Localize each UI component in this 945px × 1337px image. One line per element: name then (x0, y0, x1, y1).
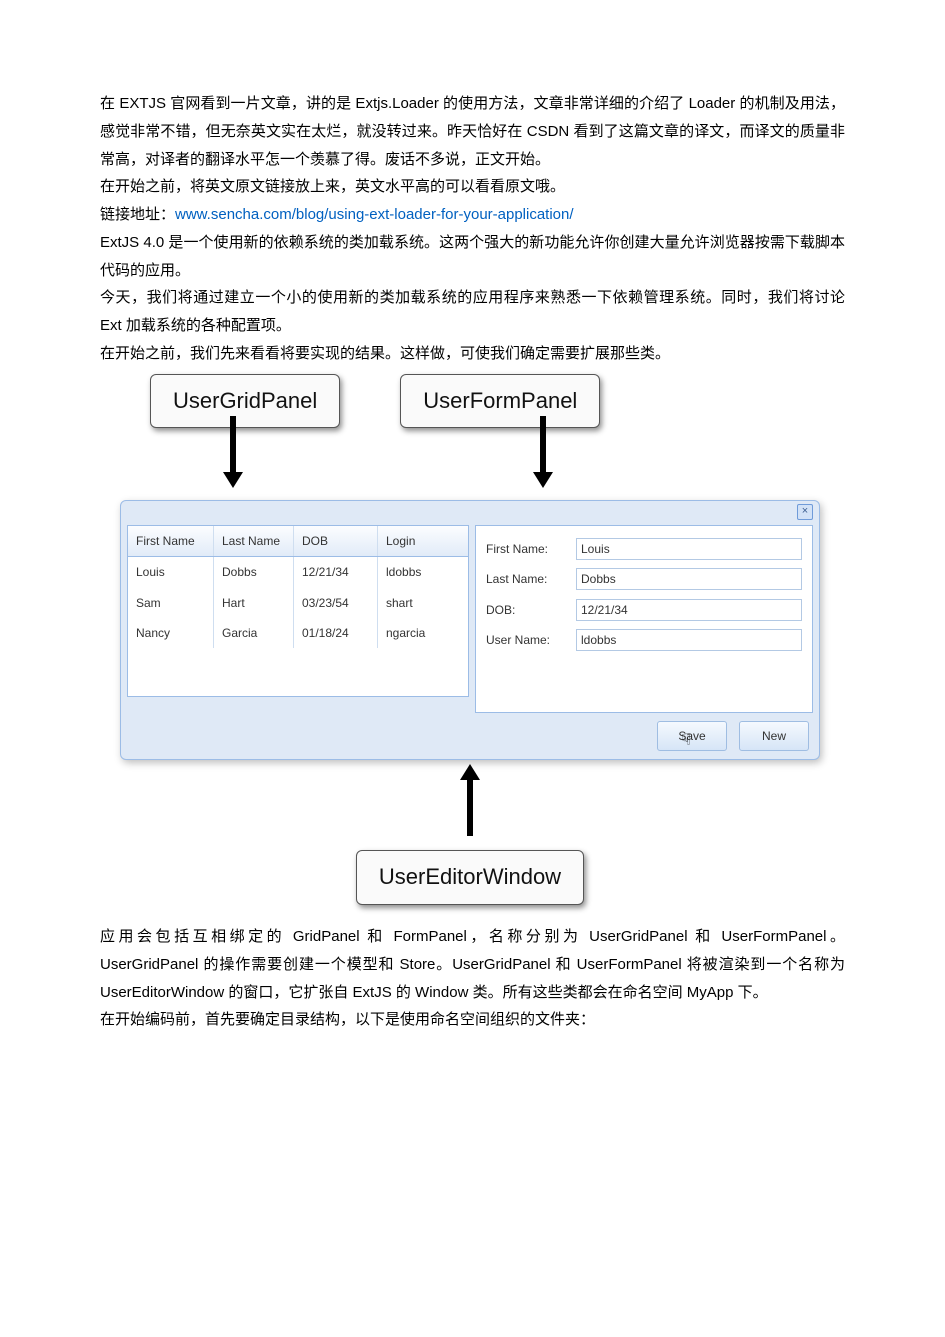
user-editor-window: × First Name Last Name DOB Login Louis D… (120, 500, 820, 760)
paragraph: 在开始之前，我们先来看看将要实现的结果。这样做，可使我们确定需要扩展那些类。 (100, 340, 845, 368)
callout-usereditorwindow: UserEditorWindow (356, 850, 584, 905)
username-input[interactable] (576, 629, 802, 651)
table-row[interactable]: Louis Dobbs 12/21/34 ldobbs (128, 557, 468, 587)
callout-usergridpanel: UserGridPanel (150, 374, 340, 429)
callouts-bottom: UserEditorWindow (120, 838, 820, 905)
window-body: First Name Last Name DOB Login Louis Dob… (121, 521, 819, 715)
grid-cell: Nancy (128, 618, 214, 648)
grid-cell: 03/23/54 (294, 588, 378, 618)
link-line: 链接地址：www.sencha.com/blog/using-ext-loade… (100, 201, 845, 229)
form-row: First Name: (486, 538, 802, 560)
grid-cell: 01/18/24 (294, 618, 378, 648)
paragraph: 在开始之前，将英文原文链接放上来，英文水平高的可以看看原文哦。 (100, 173, 845, 201)
arrow-up-icon (120, 764, 820, 836)
form-row: User Name: (486, 629, 802, 651)
save-button[interactable]: Save (657, 721, 727, 751)
grid-header-cell[interactable]: Last Name (214, 526, 294, 556)
paragraph: 在开始编码前，首先要确定目录结构，以下是使用命名空间组织的文件夹： (100, 1006, 845, 1034)
grid-cell: Garcia (214, 618, 294, 648)
paragraph: 应用会包括互相绑定的 GridPanel 和 FormPanel，名称分别为 U… (100, 923, 845, 1006)
first-name-label: First Name: (486, 538, 568, 560)
source-link[interactable]: www.sencha.com/blog/using-ext-loader-for… (175, 206, 574, 223)
callout-userformpanel: UserFormPanel (400, 374, 600, 429)
dob-label: DOB: (486, 599, 568, 621)
link-prefix: 链接地址： (100, 206, 175, 223)
form-row: Last Name: (486, 568, 802, 590)
diagram: UserGridPanel UserFormPanel × First Name… (120, 374, 820, 906)
table-row[interactable]: Nancy Garcia 01/18/24 ngarcia (128, 618, 468, 648)
document-page: 在 EXTJS 官网看到一片文章，讲的是 Extjs.Loader 的使用方法，… (0, 0, 945, 1337)
grid-header-cell[interactable]: DOB (294, 526, 378, 556)
form-row: DOB: (486, 599, 802, 621)
grid-cell: Louis (128, 557, 214, 587)
grid-cell: shart (378, 588, 468, 618)
table-row[interactable]: Sam Hart 03/23/54 shart (128, 588, 468, 618)
paragraph: 在 EXTJS 官网看到一片文章，讲的是 Extjs.Loader 的使用方法，… (100, 90, 845, 173)
grid-cell: ldobbs (378, 557, 468, 587)
user-form-panel: First Name: Last Name: DOB: User Name: (475, 525, 813, 713)
grid-header-cell[interactable]: First Name (128, 526, 214, 556)
first-name-input[interactable] (576, 538, 802, 560)
grid-header-row: First Name Last Name DOB Login (128, 526, 468, 557)
arrow-up-wrap (120, 764, 820, 836)
window-titlebar: × (121, 501, 819, 521)
last-name-label: Last Name: (486, 568, 568, 590)
user-grid-panel: First Name Last Name DOB Login Louis Dob… (127, 525, 469, 697)
username-label: User Name: (486, 629, 568, 651)
new-button[interactable]: New (739, 721, 809, 751)
grid-cell: Hart (214, 588, 294, 618)
grid-header-cell[interactable]: Login (378, 526, 468, 556)
grid-cell: 12/21/34 (294, 557, 378, 587)
grid-cell: ngarcia (378, 618, 468, 648)
paragraph: 今天，我们将通过建立一个小的使用新的类加载系统的应用程序来熟悉一下依赖管理系统。… (100, 284, 845, 340)
close-icon[interactable]: × (797, 504, 813, 520)
last-name-input[interactable] (576, 568, 802, 590)
paragraph: ExtJS 4.0 是一个使用新的依赖系统的类加载系统。这两个强大的新功能允许你… (100, 229, 845, 285)
grid-cell: Dobbs (214, 557, 294, 587)
callouts-top: UserGridPanel UserFormPanel (120, 374, 820, 429)
grid-cell: Sam (128, 588, 214, 618)
window-toolbar: Save New (121, 715, 819, 759)
dob-input[interactable] (576, 599, 802, 621)
